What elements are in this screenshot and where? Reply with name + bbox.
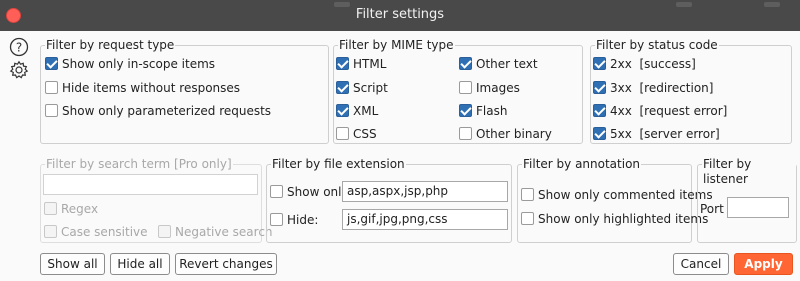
mime-xml-label: XML [353,104,379,118]
parameterized-label: Show only parameterized requests [62,104,272,118]
mime-html-label: HTML [353,57,387,71]
annotation-group: Filter by annotation Show only commented… [517,157,713,243]
mime-other-text-label: Other text [476,57,538,71]
status-4xx-checkbox[interactable]: 4xx [request error] [593,103,727,119]
checkbox-icon[interactable] [593,127,606,140]
request-type-group: Filter by request type Show only in-scop… [40,38,329,144]
status-5xx-label: 5xx [server error] [610,127,720,141]
checkbox-icon[interactable] [521,212,534,225]
regex-label: Regex [61,202,99,216]
listener-group: Filter by listener Port [697,157,797,243]
checkbox-icon[interactable] [336,104,349,117]
annotation-title: Filter by annotation [522,157,642,172]
search-term-input[interactable] [43,174,258,195]
filter-settings-dialog: ? Filter by request type Show only in-sc… [0,31,800,281]
svg-text:?: ? [16,41,22,55]
status-3xx-checkbox[interactable]: 3xx [redirection] [593,80,713,96]
mime-other-binary-label: Other binary [476,127,552,141]
mime-css-checkbox[interactable]: CSS [336,126,377,142]
checkbox-icon[interactable] [459,127,472,140]
mime-images-checkbox[interactable]: Images [459,80,520,96]
cancel-button[interactable]: Cancel [673,253,729,275]
hide-without-responses-checkbox[interactable]: Hide items without responses [45,80,240,96]
case-sensitive-label: Case sensitive [61,225,148,239]
search-term-title: Filter by search term [Pro only] [45,157,233,172]
mime-type-group: Filter by MIME type HTML Script XML CSS … [333,38,583,144]
mime-html-checkbox[interactable]: HTML [336,56,386,72]
checkbox-icon[interactable] [45,81,58,94]
mime-script-checkbox[interactable]: Script [336,80,388,96]
file-extension-title: Filter by file extension [271,157,406,172]
port-input[interactable] [727,197,789,218]
status-2xx-checkbox[interactable]: 2xx [success] [593,56,696,72]
checkbox-icon[interactable] [459,57,472,70]
mime-images-label: Images [476,81,520,95]
checkbox-icon[interactable] [270,185,283,198]
checkbox-icon[interactable] [593,57,606,70]
status-code-title: Filter by status code [595,38,719,53]
revert-changes-button[interactable]: Revert changes [175,253,277,275]
status-5xx-checkbox[interactable]: 5xx [server error] [593,126,720,142]
in-scope-checkbox[interactable]: Show only in-scope items [45,56,215,72]
negative-search-checkbox[interactable]: Negative search [158,224,273,240]
status-code-group: Filter by status code 2xx [success] 3xx … [590,38,792,144]
hide-extension-input[interactable]: js,gif,jpg,png,css [342,209,508,230]
status-2xx-label: 2xx [success] [610,57,696,71]
checkbox-icon[interactable] [158,225,171,238]
checkbox-icon[interactable] [459,104,472,117]
mime-other-text-checkbox[interactable]: Other text [459,56,538,72]
mime-other-binary-checkbox[interactable]: Other binary [459,126,552,142]
negative-search-label: Negative search [175,225,273,239]
commented-items-checkbox[interactable]: Show only commented items [521,187,713,203]
checkbox-icon[interactable] [44,202,57,215]
highlighted-items-label: Show only highlighted items [538,212,709,226]
mime-flash-checkbox[interactable]: Flash [459,103,507,119]
show-all-button[interactable]: Show all [40,253,105,275]
window-title: Filter settings [355,7,445,22]
commented-items-label: Show only commented items [538,188,713,202]
case-sensitive-checkbox[interactable]: Case sensitive [44,224,148,240]
checkbox-icon[interactable] [336,57,349,70]
file-extension-group: Filter by file extension Show only: asp,… [266,157,512,243]
hide-extension-checkbox[interactable]: Hide: [270,212,318,228]
checkbox-icon[interactable] [45,104,58,117]
show-only-extension-checkbox[interactable]: Show only: [270,184,352,200]
title-bar: Filter settings [0,0,800,31]
help-icon[interactable]: ? [9,37,29,57]
mime-script-label: Script [353,81,388,95]
request-type-title: Filter by request type [45,38,176,53]
highlighted-items-checkbox[interactable]: Show only highlighted items [521,211,708,227]
mime-type-title: Filter by MIME type [338,38,455,53]
search-term-group: Filter by search term [Pro only] Regex C… [40,157,273,243]
mime-flash-label: Flash [476,104,508,118]
gear-icon[interactable] [9,60,29,80]
parameterized-checkbox[interactable]: Show only parameterized requests [45,103,271,119]
apply-button[interactable]: Apply [734,253,793,275]
checkbox-icon[interactable] [336,81,349,94]
status-3xx-label: 3xx [redirection] [610,81,714,95]
checkbox-icon[interactable] [44,225,57,238]
hide-extension-label: Hide: [287,213,319,227]
regex-checkbox[interactable]: Regex [44,201,98,217]
mime-css-label: CSS [353,127,377,141]
checkbox-icon[interactable] [45,57,58,70]
in-scope-label: Show only in-scope items [62,57,216,71]
checkbox-icon[interactable] [593,81,606,94]
checkbox-icon[interactable] [459,81,472,94]
show-only-extension-input[interactable]: asp,aspx,jsp,php [342,181,508,202]
checkbox-icon[interactable] [521,188,534,201]
listener-title: Filter by listener [702,157,796,187]
status-4xx-label: 4xx [request error] [610,104,728,118]
checkbox-icon[interactable] [593,104,606,117]
checkbox-icon[interactable] [336,127,349,140]
port-label: Port [700,202,724,216]
mime-xml-checkbox[interactable]: XML [336,103,378,119]
checkbox-icon[interactable] [270,213,283,226]
hide-all-button[interactable]: Hide all [110,253,170,275]
hide-without-responses-label: Hide items without responses [62,81,241,95]
